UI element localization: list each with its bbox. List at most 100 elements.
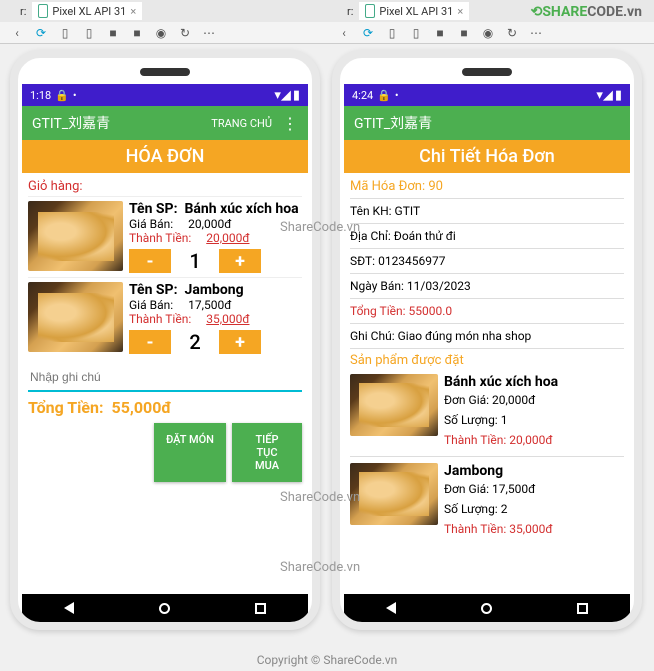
- emulator-tab-right[interactable]: Pixel XL API 31 ×: [359, 2, 469, 20]
- phone-icon[interactable]: ▯: [56, 24, 74, 42]
- product-image: [28, 201, 123, 271]
- nav-back-icon[interactable]: [64, 602, 74, 614]
- total-value: 55,000đ: [112, 398, 172, 417]
- phone-icon[interactable]: ▯: [407, 24, 425, 42]
- product-price: 20,000đ: [492, 393, 535, 407]
- close-icon[interactable]: ×: [457, 5, 463, 18]
- subtotal-label: Thành Tiền:: [129, 312, 191, 326]
- price-label: Đơn Giá:: [444, 482, 489, 496]
- product-image: [350, 463, 438, 525]
- qty-plus-button[interactable]: +: [219, 249, 261, 273]
- phone-icon[interactable]: ▯: [383, 24, 401, 42]
- product-price: 20,000đ: [188, 217, 231, 231]
- close-icon[interactable]: ×: [130, 5, 136, 18]
- note-value: Giao đúng món nha shop: [398, 329, 532, 343]
- order-product: Bánh xúc xích hoa Đơn Giá: 20,000đ Số Lư…: [350, 370, 624, 454]
- copyright-text: Copyright © ShareCode.vn: [257, 653, 398, 667]
- name-label: Tên SP:: [129, 282, 178, 298]
- emulator-tab-left[interactable]: Pixel XL API 31 ×: [32, 2, 142, 20]
- wifi-icon: ▾◢: [274, 88, 291, 103]
- product-qty: 2: [501, 502, 508, 516]
- nav-recents-icon[interactable]: [255, 603, 266, 614]
- status-time: 1:18: [30, 89, 51, 102]
- phone-speaker: [140, 68, 190, 76]
- rotate-icon[interactable]: ⟳: [32, 24, 50, 42]
- stop-icon[interactable]: ■: [431, 24, 449, 42]
- qty-value: 1: [181, 249, 209, 273]
- cart-item: Tên SP: Jambong Giá Bán: 17,500đ Thành T…: [28, 277, 302, 358]
- camera-icon[interactable]: ◉: [479, 24, 497, 42]
- nav-back-icon[interactable]: [386, 602, 396, 614]
- app-title: GTIT_刘嘉青: [32, 113, 110, 133]
- order-button[interactable]: ĐẶT MÓN: [154, 423, 226, 482]
- app-bar: GTIT_刘嘉青 TRANG CHỦ ⋮: [22, 106, 308, 140]
- total-value: 55000.0: [409, 304, 453, 318]
- refresh-icon[interactable]: ↻: [503, 24, 521, 42]
- lock-icon: 🔒: [55, 89, 69, 102]
- emulator-tab-label: Pixel XL API 31: [52, 5, 126, 18]
- watermark-logo: ⟲SHARECODE.vn: [531, 4, 642, 20]
- app-bar: GTIT_刘嘉青: [344, 106, 630, 140]
- phone-value: 0123456977: [378, 254, 445, 268]
- product-name: Bánh xúc xích hoa: [444, 374, 624, 390]
- kebab-icon[interactable]: ⋮: [282, 114, 298, 133]
- chevron-left-icon[interactable]: ‹: [8, 24, 26, 42]
- lock-icon: 🔒: [377, 89, 391, 102]
- date-value: 11/03/2023: [407, 279, 471, 293]
- stop-icon[interactable]: ■: [104, 24, 122, 42]
- address-value: Đoán thử đi: [394, 229, 456, 243]
- status-time: 4:24: [352, 89, 373, 102]
- product-image: [350, 374, 438, 436]
- product-name: Bánh xúc xích hoa: [185, 201, 299, 217]
- nav-home-icon[interactable]: [159, 603, 170, 614]
- phone-speaker: [462, 68, 512, 76]
- cart-label: Giỏ hàng:: [28, 177, 302, 196]
- customer-label: Tên KH:: [350, 204, 392, 218]
- product-subtotal: 20,000đ: [509, 433, 552, 447]
- subtotal-label: Thành Tiền:: [444, 522, 506, 536]
- battery-icon: ▮: [293, 88, 300, 103]
- note-input[interactable]: [28, 364, 302, 392]
- price-label: Giá Bán:: [129, 298, 173, 312]
- page-title-banner: Chi Tiết Hóa Đơn: [344, 140, 630, 173]
- phone-label: SĐT:: [350, 254, 375, 268]
- product-name: Jambong: [185, 282, 244, 298]
- app-title: GTIT_刘嘉青: [354, 113, 432, 133]
- subtotal-label: Thành Tiền:: [444, 433, 506, 447]
- product-name: Jambong: [444, 463, 624, 479]
- android-navbar: [22, 594, 308, 622]
- chevron-left-icon[interactable]: ‹: [335, 24, 353, 42]
- total-label: Tổng Tiền:: [28, 398, 104, 417]
- rotate-icon[interactable]: ⟳: [359, 24, 377, 42]
- nav-home-icon[interactable]: [481, 603, 492, 614]
- phone-icon[interactable]: ▯: [80, 24, 98, 42]
- customer-value: GTIT: [395, 204, 421, 218]
- price-label: Đơn Giá:: [444, 393, 489, 407]
- wifi-icon: ▾◢: [596, 88, 613, 103]
- tab-prefix: r:: [20, 5, 26, 18]
- date-label: Ngày Bán:: [350, 279, 404, 293]
- continue-shopping-button[interactable]: TIẾP TỤC MUA: [232, 423, 302, 482]
- order-id-label: Mã Hóa Đơn: 90: [350, 177, 624, 196]
- nav-recents-icon[interactable]: [577, 603, 588, 614]
- product-price: 17,500đ: [492, 482, 535, 496]
- total-label: Tổng Tiền:: [350, 304, 406, 318]
- home-action[interactable]: TRANG CHỦ: [211, 117, 272, 130]
- cart-item: Tên SP: Bánh xúc xích hoa Giá Bán: 20,00…: [28, 196, 302, 277]
- phone-right: 4:24 🔒 • ▾◢▮ GTIT_刘嘉青 Chi Tiết Hóa Đơn M…: [332, 50, 642, 630]
- refresh-icon[interactable]: ↻: [176, 24, 194, 42]
- phone-left: 1:18 🔒 • ▾◢▮ GTIT_刘嘉青 TRANG CHỦ ⋮ HÓA ĐƠ…: [10, 50, 320, 630]
- qty-minus-button[interactable]: -: [129, 330, 171, 354]
- qty-minus-button[interactable]: -: [129, 249, 171, 273]
- stop-icon[interactable]: ■: [128, 24, 146, 42]
- camera-icon[interactable]: ◉: [152, 24, 170, 42]
- more-horiz-icon[interactable]: ⋯: [527, 24, 545, 42]
- battery-icon: ▮: [615, 88, 622, 103]
- qty-value: 2: [181, 330, 209, 354]
- product-subtotal: 35,000đ: [509, 522, 552, 536]
- more-horiz-icon[interactable]: ⋯: [200, 24, 218, 42]
- qty-plus-button[interactable]: +: [219, 330, 261, 354]
- tab-prefix: r:: [347, 5, 353, 18]
- product-subtotal: 20,000đ: [206, 231, 249, 245]
- stop-icon[interactable]: ■: [455, 24, 473, 42]
